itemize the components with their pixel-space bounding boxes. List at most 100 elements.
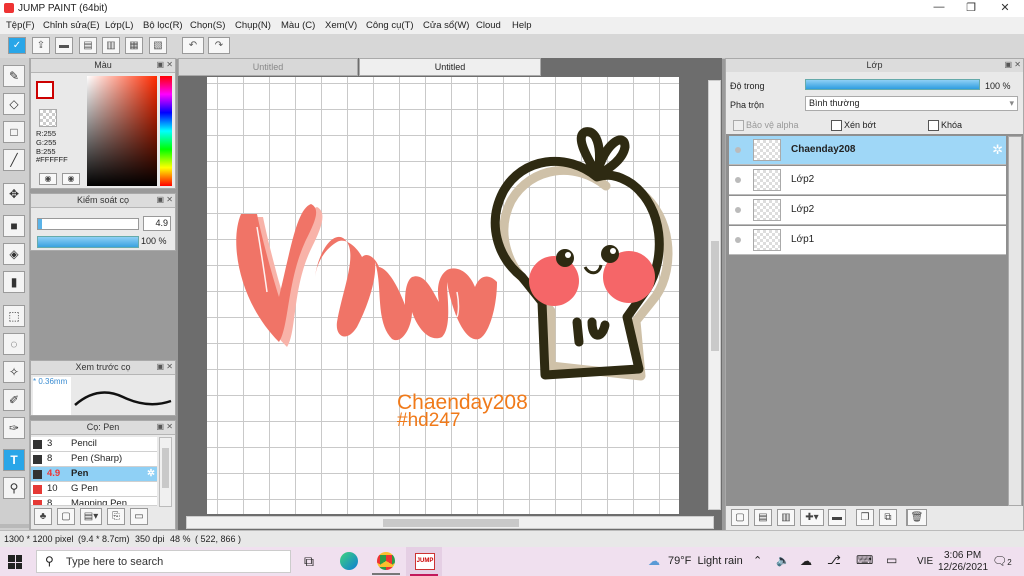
brush-tool-icon[interactable]: ✎ — [3, 65, 25, 87]
brush-item-g-pen[interactable]: 10 G Pen — [31, 482, 157, 497]
layer-row-lop2-a[interactable]: Lớp2 — [729, 166, 1006, 195]
tray-chevron-icon[interactable]: ⌃ — [753, 554, 762, 567]
visibility-icon[interactable] — [735, 237, 741, 243]
panel-controls-icon[interactable]: ▣ ✕ — [157, 195, 173, 204]
panel-controls-icon[interactable]: ▣ ✕ — [1005, 60, 1021, 69]
blend-mode-select[interactable]: Bình thường ▾ — [805, 96, 1018, 111]
fill-rect-tool-icon[interactable]: ■ — [3, 215, 25, 237]
lasso-tool-icon[interactable]: ◌ — [3, 333, 25, 355]
jump-paint-taskbar-icon[interactable]: JUMP — [406, 547, 442, 576]
canvas-horizontal-scrollbar[interactable] — [186, 516, 714, 529]
menu-tools[interactable]: Công cụ(T) — [366, 20, 414, 31]
layer-list-scrollbar[interactable] — [1008, 136, 1022, 506]
brush-item-pen-sharp[interactable]: 8 Pen (Sharp) — [31, 452, 157, 467]
tab-untitled-2[interactable]: Untitled — [359, 58, 541, 76]
redo-icon[interactable]: ↷ — [208, 37, 230, 54]
add-layer-menu-icon[interactable]: ✚▾ — [800, 509, 824, 526]
menu-edit[interactable]: Chỉnh sửa(E) — [43, 20, 100, 31]
brush-new-icon[interactable]: ▢ — [57, 508, 75, 525]
merge-down-icon[interactable]: ⧉ — [879, 509, 897, 526]
magic-wand-tool-icon[interactable]: ✧ — [3, 361, 25, 383]
display-icon[interactable]: ▭ — [886, 553, 897, 567]
brush-folder2-icon[interactable]: ▭ — [130, 508, 148, 525]
brush-add-icon[interactable]: ♣ — [34, 508, 52, 525]
hue-slider[interactable] — [160, 76, 172, 186]
menu-capture[interactable]: Chụp(N) — [235, 20, 271, 31]
eraser-tool-icon[interactable]: ◇ — [3, 93, 25, 115]
task-view-icon[interactable]: ⧉ — [304, 553, 314, 570]
notification-icon[interactable]: 🗨2 — [992, 554, 1012, 568]
panel-controls-icon[interactable]: ▣ ✕ — [157, 60, 173, 69]
select-pen-tool-icon[interactable]: ✐ — [3, 389, 25, 411]
network-icon[interactable]: ⎇ — [827, 553, 841, 567]
onedrive-icon[interactable]: ☁ — [800, 554, 812, 568]
color-mode-button-2[interactable]: ◉ — [62, 173, 80, 185]
new-layer-icon[interactable]: ▢ — [731, 509, 749, 526]
move-tool-icon[interactable]: ✥ — [3, 183, 25, 205]
brush-item-pencil[interactable]: 3 Pencil — [31, 437, 157, 452]
layer-settings-icon[interactable]: ✲ — [992, 142, 1003, 158]
trash-icon[interactable]: 🗑 — [907, 509, 927, 526]
layer-row-lop2-b[interactable]: Lớp2 — [729, 196, 1006, 225]
select-eraser-tool-icon[interactable]: ✑ — [3, 417, 25, 439]
visibility-icon[interactable] — [735, 207, 741, 213]
share-icon[interactable]: ⇪ — [32, 37, 50, 54]
menu-view[interactable]: Xem(V) — [325, 20, 357, 31]
menu-file[interactable]: Tệp(F) — [6, 20, 35, 31]
layer-opacity-slider[interactable] — [805, 79, 980, 90]
brush-list-scrollbar[interactable] — [159, 437, 172, 507]
weather-text[interactable]: 79°F Light rain — [668, 555, 743, 567]
rect-select-tool-icon[interactable]: ⬚ — [3, 305, 25, 327]
close-button[interactable]: ✕ — [990, 1, 1020, 16]
comment-icon[interactable]: ▬ — [55, 37, 73, 54]
duplicate-layer-icon[interactable]: ❐ — [856, 509, 874, 526]
tab-untitled-1[interactable]: Untitled — [178, 58, 358, 76]
color-mode-button-1[interactable]: ◉ — [39, 173, 57, 185]
gradient-tool-icon[interactable]: ▮ — [3, 271, 25, 293]
new-folder-icon[interactable]: ▬ — [828, 509, 846, 526]
menu-window[interactable]: Cửa sổ(W) — [423, 20, 469, 31]
brush-size-value[interactable]: 4.9 — [143, 216, 171, 231]
bucket-tool-icon[interactable]: ◈ — [3, 243, 25, 265]
volume-icon[interactable]: 🔈 — [776, 554, 790, 567]
menu-color[interactable]: Màu (C) — [281, 20, 315, 31]
page-icon[interactable]: ▥ — [102, 37, 120, 54]
edge-icon[interactable] — [340, 552, 358, 570]
clock-time[interactable]: 3:06 PM — [944, 550, 981, 561]
lock-checkbox[interactable] — [928, 120, 939, 131]
taskbar-search-box[interactable]: ⚲ Type here to search — [36, 550, 291, 573]
message-icon[interactable]: ▤ — [79, 37, 97, 54]
brush-item-mapping-pen[interactable]: 8 Mapping Pen — [31, 497, 157, 506]
menu-filter[interactable]: Bộ lọc(R) — [143, 20, 183, 31]
windows-start-icon[interactable] — [8, 555, 22, 569]
brush-opacity-slider[interactable] — [37, 236, 139, 248]
layer-row-chaenday208[interactable]: Chaenday208 ✲ — [729, 136, 1006, 165]
menu-help[interactable]: Help — [512, 20, 532, 31]
canvas-vertical-scrollbar[interactable] — [708, 80, 721, 510]
select-rect-tool-icon[interactable]: □ — [3, 121, 25, 143]
language-indicator[interactable]: VIE — [917, 556, 933, 567]
new-8bit-layer-icon[interactable]: ▤ — [754, 509, 772, 526]
menu-select[interactable]: Chọn(S) — [190, 20, 225, 31]
clock-date[interactable]: 12/26/2021 — [938, 562, 988, 573]
document-icon[interactable]: ▦ — [125, 37, 143, 54]
line-tool-icon[interactable]: ╱ — [3, 149, 25, 171]
foreground-color-swatch[interactable] — [36, 81, 54, 99]
minimize-button[interactable]: — — [924, 1, 954, 16]
undo-icon[interactable]: ↶ — [182, 37, 204, 54]
clip-checkbox[interactable] — [831, 120, 842, 131]
visibility-icon[interactable] — [735, 177, 741, 183]
menu-cloud[interactable]: Cloud — [476, 20, 501, 31]
eyedropper-tool-icon[interactable]: ⚲ — [3, 477, 25, 499]
maximize-button[interactable]: ❐ — [956, 1, 986, 16]
chrome-icon[interactable] — [377, 552, 395, 570]
layer-row-lop1[interactable]: Lớp1 — [729, 226, 1006, 255]
panel-controls-icon[interactable]: ▣ ✕ — [157, 422, 173, 431]
protect-alpha-checkbox[interactable] — [733, 120, 744, 131]
layers-icon[interactable]: ▧ — [149, 37, 167, 54]
transparent-color-swatch[interactable] — [39, 109, 57, 127]
brush-size-slider[interactable] — [37, 218, 139, 230]
brush-copy-icon[interactable]: ⎘ — [107, 508, 125, 525]
toggle-view-icon[interactable]: ✓ — [8, 37, 26, 54]
brush-folder-icon[interactable]: ▤▾ — [80, 508, 102, 525]
